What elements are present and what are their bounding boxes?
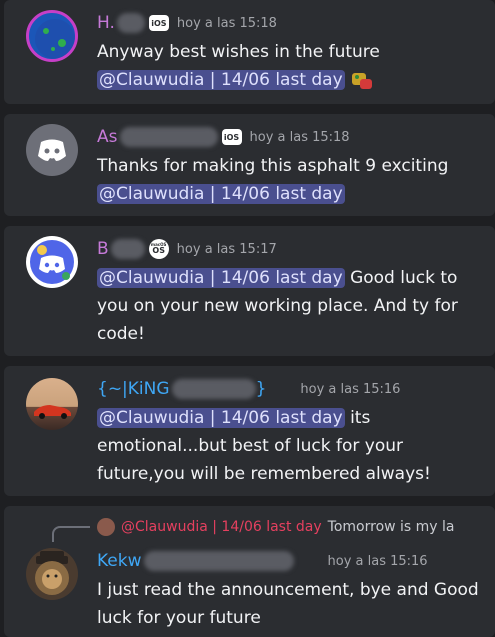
lion-avatar-icon <box>35 551 69 595</box>
ios-badge-icon: iOS <box>148 15 169 31</box>
discord-logo-icon <box>30 240 74 284</box>
redacted-name-blur <box>119 127 218 147</box>
timestamp: hoy a las 15:18 <box>176 15 277 31</box>
username[interactable]: H. <box>97 13 115 33</box>
message-text: Anyway best wishes in the future <box>97 42 380 62</box>
username[interactable]: B <box>97 239 109 259</box>
macos-badge-icon: macOS OS <box>148 239 169 259</box>
user-mention[interactable]: @Clauwudia | 14/06 last day <box>97 70 345 90</box>
reply-connector <box>52 526 90 542</box>
message-card: B macOS OS hoy a las 15:17 @Clauwudia | … <box>4 226 495 356</box>
user-mention[interactable]: @Clauwudia | 14/06 last day <box>97 408 345 428</box>
redacted-name-blur <box>116 13 145 33</box>
timestamp: hoy a las 15:17 <box>176 241 277 257</box>
message-header: Kekw hoy a las 15:16 <box>97 550 428 572</box>
windows-badge-icon <box>298 550 320 572</box>
avatar[interactable] <box>26 548 78 600</box>
reply-preview[interactable]: @Clauwudia | 14/06 last day Tomorrow is … <box>97 516 489 538</box>
message-header: H. iOS hoy a las 15:18 <box>97 12 277 34</box>
globe-avatar-icon <box>35 19 75 59</box>
avatar[interactable] <box>26 10 78 62</box>
message-header: B macOS OS hoy a las 15:17 <box>97 238 277 260</box>
car-avatar-icon <box>34 405 71 419</box>
message-header: As iOS hoy a las 15:18 <box>97 126 350 148</box>
windows-badge-icon <box>270 378 292 400</box>
message-header: {~|KiNG } hoy a las 15:16 <box>97 378 400 400</box>
timestamp: hoy a las 15:16 <box>300 381 401 397</box>
message-content: Thanks for making this asphalt 9 excitin… <box>97 152 483 208</box>
username[interactable]: Kekw <box>97 551 142 571</box>
reply-text: Tomorrow is my la <box>327 519 455 535</box>
message-text: Thanks for making this asphalt 9 excitin… <box>97 156 449 176</box>
message-content: I just read the announcement, bye and Go… <box>97 576 483 632</box>
message-card: @Clauwudia | 14/06 last day Tomorrow is … <box>4 506 495 637</box>
message-card: As iOS hoy a las 15:18 Thanks for making… <box>4 114 495 216</box>
timestamp: hoy a las 15:16 <box>327 553 428 569</box>
message-content: Anyway best wishes in the future @Clauwu… <box>97 38 483 94</box>
message-card: {~|KiNG } hoy a las 15:16 @Clauwudia | 1… <box>4 366 495 496</box>
redacted-name-blur <box>143 551 294 571</box>
avatar[interactable] <box>26 124 78 176</box>
badge-os-label: OS <box>152 246 165 255</box>
avatar[interactable] <box>26 236 78 288</box>
username[interactable]: As <box>97 127 118 147</box>
redacted-name-blur <box>110 239 145 259</box>
username[interactable]: {~|KiNG <box>97 379 170 399</box>
user-mention[interactable]: @Clauwudia | 14/06 last day <box>97 268 345 288</box>
message-text: I just read the announcement, bye and Go… <box>97 580 479 628</box>
ios-badge-icon: iOS <box>221 129 242 145</box>
reply-avatar <box>97 518 115 536</box>
redacted-name-blur <box>171 379 256 399</box>
discord-logo-icon <box>38 139 66 161</box>
timestamp: hoy a las 15:18 <box>249 129 350 145</box>
user-mention[interactable]: @Clauwudia | 14/06 last day <box>97 184 345 204</box>
reply-mention[interactable]: @Clauwudia | 14/06 last day <box>121 519 322 535</box>
custom-emoji-icon <box>350 69 374 91</box>
message-card: H. iOS hoy a las 15:18 Anyway best wishe… <box>4 0 495 104</box>
username-suffix: } <box>255 379 267 399</box>
message-content: @Clauwudia | 14/06 last day its emotiona… <box>97 404 483 488</box>
message-content: @Clauwudia | 14/06 last day Good luck to… <box>97 264 483 348</box>
avatar[interactable] <box>26 378 78 430</box>
